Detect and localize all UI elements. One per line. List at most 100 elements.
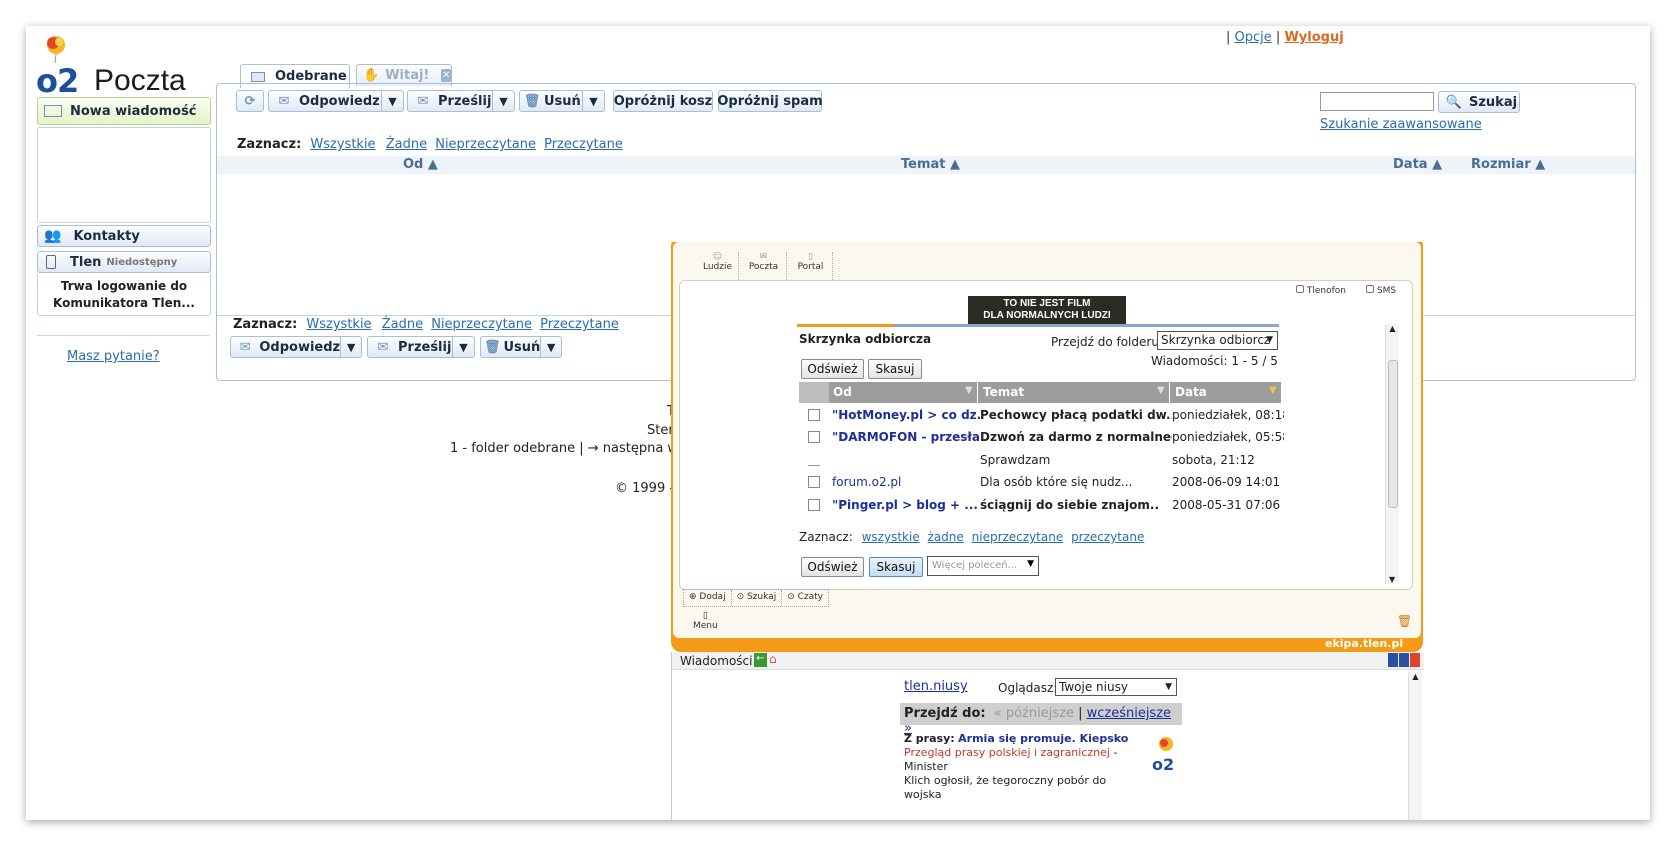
tlen-tab-ludzie[interactable]: ☺ Ludzie: [697, 252, 739, 280]
grid-col-date[interactable]: Data: [1175, 385, 1207, 399]
folder-select[interactable]: Skrzynka odbiorcz ▼: [1157, 331, 1278, 350]
logo-title: Poczta: [94, 64, 186, 97]
empty-trash-button[interactable]: Opróżnij kosz: [613, 90, 713, 112]
tlen-select-all[interactable]: wszystkie: [862, 530, 920, 544]
home-icon[interactable]: ⌂: [769, 652, 777, 666]
grid-col-subject[interactable]: Temat: [983, 385, 1024, 399]
chats-button[interactable]: ⊙ Czaty: [782, 590, 828, 606]
tlen-select-read[interactable]: przeczytane: [1071, 530, 1144, 544]
row-checkbox[interactable]: [808, 475, 820, 488]
mail-row[interactable]: forum.o2.pl Dla osób które się nudz... 2…: [799, 470, 1315, 493]
mail-row[interactable]: "DARMOFON - przesła... Dzwoń za darmo z …: [799, 425, 1315, 448]
tlen-select-unread[interactable]: nieprzeczytane: [972, 530, 1064, 544]
select-read-link[interactable]: Przeczytane: [544, 137, 623, 152]
balloon-icon: [42, 34, 70, 64]
row-checkbox[interactable]: [808, 408, 820, 421]
trash-bin-icon[interactable]: 🗑: [1397, 614, 1412, 628]
column-subject[interactable]: Temat ▲: [901, 157, 960, 172]
back-arrow-icon[interactable]: ←: [754, 653, 767, 667]
refresh-button-tlen[interactable]: Odśwież: [801, 359, 864, 379]
mail-row[interactable]: "HotMoney.pl > co dz... Pechowcy płacą p…: [799, 403, 1315, 426]
search-button[interactable]: 🔍 Szukaj: [1438, 91, 1520, 113]
reply-button[interactable]: ✉ Odpowiedz ▼: [268, 90, 404, 112]
phone-icon: [1296, 285, 1304, 293]
reply-dropdown-icon-bottom[interactable]: ▼: [340, 337, 361, 357]
search-button-tlen[interactable]: ⊙ Szukaj: [732, 590, 783, 606]
delete-button-bottom[interactable]: 🗑 Usuń ▼: [480, 336, 562, 358]
tlen-scrollbar[interactable]: ▲ ▼: [1385, 324, 1399, 584]
grid-col-from[interactable]: Od: [833, 385, 852, 399]
tlen-window: ☺ Ludzie ✉ Poczta ▯ Portal Tlenofon SMS …: [671, 236, 1423, 652]
forward-button[interactable]: ✉ Prześlij ▼: [407, 90, 515, 112]
column-date[interactable]: Data ▲: [1393, 157, 1442, 172]
search-input[interactable]: [1320, 92, 1434, 111]
options-link[interactable]: Opcje: [1235, 30, 1272, 45]
delete-dropdown-icon-bottom[interactable]: ▼: [540, 337, 561, 357]
sms-link[interactable]: SMS: [1366, 285, 1396, 296]
advanced-search-link[interactable]: Szukanie zaawansowane: [1320, 117, 1482, 132]
tlen-select-none[interactable]: żadne: [928, 530, 964, 544]
tlen-tab-portal[interactable]: ▯ Portal: [789, 252, 833, 280]
select-unread-link-bottom[interactable]: Nieprzeczytane: [431, 317, 532, 332]
delete-dropdown-icon[interactable]: ▼: [582, 91, 604, 111]
contacts-button[interactable]: 👥 Kontakty: [37, 225, 211, 247]
delete-button[interactable]: 🗑 Usuń ▼: [519, 90, 605, 112]
tlenofon-link[interactable]: Tlenofon: [1296, 285, 1346, 296]
forward-button-bottom[interactable]: ✉ Prześlij ▼: [367, 336, 475, 358]
watching-select[interactable]: Twoje niusy ▼: [1055, 678, 1177, 696]
select-all-link[interactable]: Wszystkie: [310, 137, 375, 152]
mail-row[interactable]: "Pinger.pl > blog + ... ściągnij do sieb…: [799, 493, 1315, 516]
tlen-button[interactable]: Tlen Niedostępny: [37, 251, 211, 273]
mail-subject: Dzwoń za darmo z normalneg..: [980, 429, 1172, 444]
row-checkbox[interactable]: [808, 498, 820, 511]
news-source: Przegląd prasy polskiej i zagranicznej: [904, 746, 1110, 759]
delete-button-tlen[interactable]: Skasuj: [868, 359, 922, 379]
empty-spam-button[interactable]: Opróżnij spam: [717, 90, 823, 112]
column-size[interactable]: Rozmiar ▲: [1471, 157, 1545, 172]
menu-button[interactable]: ▯ Menu: [693, 611, 718, 631]
select-all-link-bottom[interactable]: Wszystkie: [306, 317, 371, 332]
portal-tab-icon: ▯: [808, 252, 813, 262]
select-none-link[interactable]: Żadne: [386, 137, 427, 152]
add-button[interactable]: ⊕ Dodaj: [684, 590, 732, 606]
ad-banner[interactable]: TO NIE JEST FILM DLA NORMALNYCH LUDZI: [968, 296, 1126, 324]
forward-dropdown-icon[interactable]: ▼: [492, 91, 514, 111]
more-commands-select[interactable]: Więcej poleceń... ▼: [927, 556, 1039, 576]
scroll-down-icon[interactable]: ▼: [1389, 575, 1395, 584]
logout-link[interactable]: Wyloguj: [1284, 30, 1343, 45]
scroll-up-icon[interactable]: ▲: [1386, 324, 1399, 333]
people-tab-icon: ☺: [712, 252, 723, 262]
select-read-link-bottom[interactable]: Przeczytane: [540, 317, 619, 332]
folder-box: [37, 127, 211, 223]
undock-icon[interactable]: [1399, 653, 1409, 667]
question-link[interactable]: Masz pytanie?: [67, 349, 160, 364]
collapse-icon[interactable]: [1410, 653, 1420, 667]
delete-button-tlen-bottom[interactable]: Skasuj: [869, 557, 923, 577]
news-scrollbar[interactable]: ▲: [1408, 672, 1422, 820]
close-tab-icon[interactable]: ✕: [441, 69, 451, 82]
select-none-link-bottom[interactable]: Żadne: [382, 317, 423, 332]
mail-row[interactable]: Sprawdzam sobota, 21:12: [799, 448, 1315, 471]
column-from[interactable]: Od ▲: [403, 157, 438, 172]
o2-logo[interactable]: o2 Poczta: [34, 32, 214, 100]
reply-button-bottom[interactable]: ✉ Odpowiedz ▼: [230, 336, 362, 358]
niusy-link[interactable]: tlen.niusy: [904, 679, 968, 694]
news-headline-link[interactable]: Armia się promuje. Kiepsko: [958, 732, 1128, 745]
select-unread-link[interactable]: Nieprzeczytane: [435, 137, 536, 152]
forward-dropdown-icon-bottom[interactable]: ▼: [452, 337, 474, 357]
tlen-select-bar: Zaznacz: wszystkie żadne nieprzeczytane …: [799, 530, 1145, 544]
new-message-button[interactable]: Nowa wiadomość: [37, 97, 211, 125]
mail-date: sobota, 21:12: [1172, 452, 1255, 467]
refresh-button-tlen-bottom[interactable]: Odśwież: [801, 557, 864, 577]
mail-date: 2008-06-09 14:01: [1172, 474, 1281, 489]
tlen-tab-poczta[interactable]: ✉ Poczta: [741, 252, 787, 280]
row-checkbox-empty[interactable]: [808, 454, 820, 466]
trash-icon-bottom: 🗑: [483, 339, 501, 355]
reply-dropdown-icon[interactable]: ▼: [381, 91, 403, 111]
row-checkbox[interactable]: [808, 430, 820, 443]
refresh-button[interactable]: ⟳: [236, 90, 264, 112]
window-controls[interactable]: [1388, 653, 1420, 667]
watching-label: Oglądasz:: [998, 681, 1058, 695]
dock-icon[interactable]: [1388, 653, 1398, 667]
scroll-thumb[interactable]: [1388, 360, 1398, 508]
